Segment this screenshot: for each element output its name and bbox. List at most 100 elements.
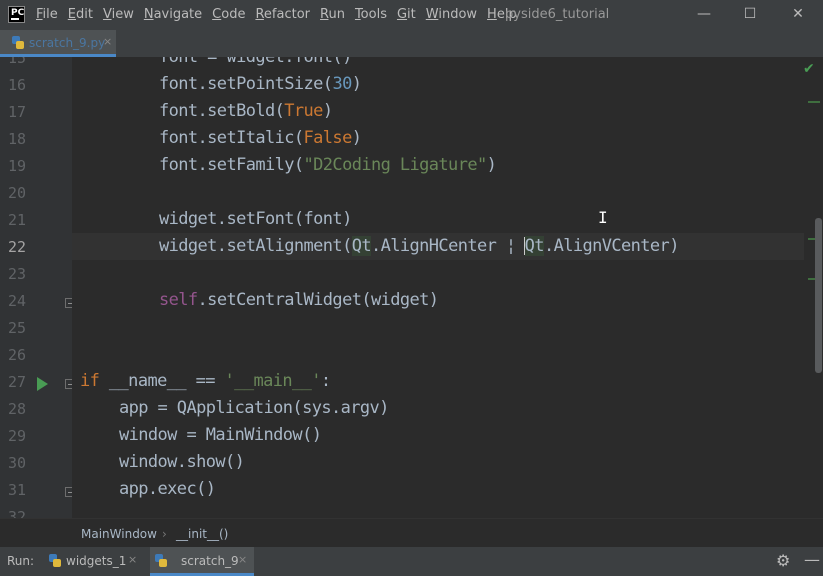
code-line[interactable]: app = QApplication(sys.argv) bbox=[119, 398, 389, 418]
menu-git[interactable]: Git bbox=[397, 7, 416, 22]
line-number: 19 bbox=[7, 157, 26, 175]
run-tab-label: scratch_9 bbox=[181, 554, 239, 568]
code-line[interactable]: window.show() bbox=[119, 452, 245, 472]
inspection-ok-icon[interactable]: ✔ bbox=[803, 61, 815, 77]
line-number: 15 bbox=[7, 57, 26, 67]
minimize-button[interactable]: — bbox=[684, 3, 724, 27]
code-token: ) bbox=[322, 101, 333, 121]
menu-refactor[interactable]: Refactor bbox=[255, 7, 310, 22]
run-tool-bar: Run: widgets_1 × scratch_9 × ⚙ — bbox=[0, 546, 823, 576]
python-file-icon bbox=[12, 36, 24, 49]
code-editor[interactable]: font = widget.font() font.setPointSize(30… bbox=[72, 57, 816, 518]
settings-gear-icon[interactable]: ⚙ bbox=[776, 551, 790, 570]
breadcrumb-class[interactable]: MainWindow bbox=[81, 527, 157, 541]
line-number: 16 bbox=[7, 76, 26, 94]
menu-file[interactable]: File bbox=[36, 7, 58, 22]
code-token: .AlignHCenter ¦ bbox=[370, 236, 526, 256]
hide-panel-icon[interactable]: — bbox=[804, 550, 820, 569]
code-token: font.setFamily( bbox=[159, 155, 304, 175]
close-tab-icon[interactable]: × bbox=[128, 553, 137, 566]
run-tab-scratch-9[interactable]: scratch_9 × bbox=[150, 547, 254, 576]
line-number: 30 bbox=[7, 454, 26, 472]
close-window-button[interactable]: ✕ bbox=[778, 3, 818, 27]
menu-window[interactable]: Window bbox=[426, 7, 477, 22]
code-line[interactable]: font.setBold(True) bbox=[159, 101, 333, 121]
code-line[interactable]: font.setFamily("D2Coding Ligature") bbox=[159, 155, 497, 175]
menu-run[interactable]: Run bbox=[320, 7, 345, 22]
code-token: font.setPointSize( bbox=[159, 74, 333, 94]
code-token: app.exec() bbox=[119, 479, 216, 499]
code-token: font.setItalic( bbox=[159, 128, 304, 148]
code-token: Qt bbox=[351, 236, 372, 256]
code-line[interactable]: window = MainWindow() bbox=[119, 425, 322, 445]
code-token: .AlignVCenter) bbox=[543, 236, 679, 256]
fold-end-marker-icon[interactable] bbox=[65, 298, 72, 308]
breadcrumb-separator: › bbox=[162, 527, 167, 541]
code-line[interactable]: widget.setAlignment(Qt.AlignHCenter ¦ Qt… bbox=[159, 236, 679, 256]
code-line[interactable]: self.setCentralWidget(widget) bbox=[159, 290, 439, 310]
code-line[interactable]: widget.setFont(font) bbox=[159, 209, 352, 229]
line-number: 17 bbox=[7, 103, 26, 121]
code-token: widget.setAlignment( bbox=[159, 236, 352, 256]
title-bar: PC File Edit View Navigate Code Refactor… bbox=[0, 0, 823, 30]
line-number: 31 bbox=[7, 481, 26, 499]
code-token: ) bbox=[486, 155, 497, 175]
line-number: 32 bbox=[7, 508, 26, 518]
fold-end-marker-icon[interactable] bbox=[65, 487, 72, 497]
line-number: 28 bbox=[7, 400, 26, 418]
code-token: window.show() bbox=[119, 452, 245, 472]
code-token: : bbox=[320, 371, 331, 391]
change-marker[interactable] bbox=[808, 101, 820, 103]
vertical-scrollbar-thumb[interactable] bbox=[815, 218, 822, 373]
code-line[interactable]: font.setItalic(False) bbox=[159, 128, 362, 148]
code-token: font.setBold( bbox=[159, 101, 285, 121]
project-title: pyside6_tutorial bbox=[505, 7, 610, 22]
code-token: font = widget.font() bbox=[159, 57, 352, 67]
run-tab-widgets-1[interactable]: widgets_1 × bbox=[44, 547, 148, 576]
menu-edit[interactable]: Edit bbox=[68, 7, 93, 22]
line-number: 23 bbox=[7, 265, 26, 283]
close-tab-icon[interactable]: × bbox=[103, 35, 112, 48]
code-token: True bbox=[284, 101, 323, 121]
code-token: self bbox=[159, 290, 198, 310]
line-number: 27 bbox=[7, 373, 26, 391]
run-gutter-icon[interactable] bbox=[37, 377, 48, 391]
code-token: "D2Coding Ligature" bbox=[303, 155, 488, 175]
line-number: 25 bbox=[7, 319, 26, 337]
code-token: .setCentralWidget(widget) bbox=[197, 290, 439, 310]
python-run-icon bbox=[49, 554, 61, 567]
code-token: 30 bbox=[332, 74, 352, 94]
code-token: False bbox=[303, 128, 353, 148]
breadcrumb-method[interactable]: __init__() bbox=[176, 527, 228, 541]
line-number: 18 bbox=[7, 130, 26, 148]
code-line[interactable]: if __name__ == '__main__': bbox=[80, 371, 331, 391]
run-label: Run: bbox=[7, 554, 35, 568]
menu-tools[interactable]: Tools bbox=[355, 7, 387, 22]
menu-code[interactable]: Code bbox=[212, 7, 245, 22]
line-number: 26 bbox=[7, 346, 26, 364]
menu-navigate[interactable]: Navigate bbox=[144, 7, 202, 22]
line-number: 29 bbox=[7, 427, 26, 445]
editor-tab-scratch-9[interactable]: scratch_9.py × bbox=[0, 30, 116, 57]
menu-view[interactable]: View bbox=[103, 7, 134, 22]
code-line[interactable]: font.setPointSize(30) bbox=[159, 74, 362, 94]
code-token: if bbox=[80, 371, 100, 391]
code-line[interactable]: font = widget.font() bbox=[159, 57, 352, 67]
fold-start-marker-icon[interactable] bbox=[65, 379, 72, 389]
code-token: widget.setFont(font) bbox=[159, 209, 352, 229]
line-number: 24 bbox=[7, 292, 26, 310]
code-token: ) bbox=[351, 74, 362, 94]
main-menu: File Edit View Navigate Code Refactor Ru… bbox=[36, 7, 527, 22]
code-token: ) bbox=[351, 128, 362, 148]
close-tab-icon[interactable]: × bbox=[238, 553, 247, 566]
maximize-button[interactable]: ☐ bbox=[730, 3, 770, 27]
line-number: 22 bbox=[7, 238, 26, 256]
code-token: Qt bbox=[524, 236, 545, 256]
run-tab-label: widgets_1 bbox=[66, 554, 127, 568]
code-line[interactable]: app.exec() bbox=[119, 479, 216, 499]
code-token: __name__ == bbox=[99, 371, 225, 391]
code-token: window = MainWindow() bbox=[119, 425, 322, 445]
python-run-icon bbox=[155, 554, 167, 567]
line-number: 20 bbox=[7, 184, 26, 202]
mouse-ibeam-cursor-icon: I bbox=[598, 208, 608, 227]
